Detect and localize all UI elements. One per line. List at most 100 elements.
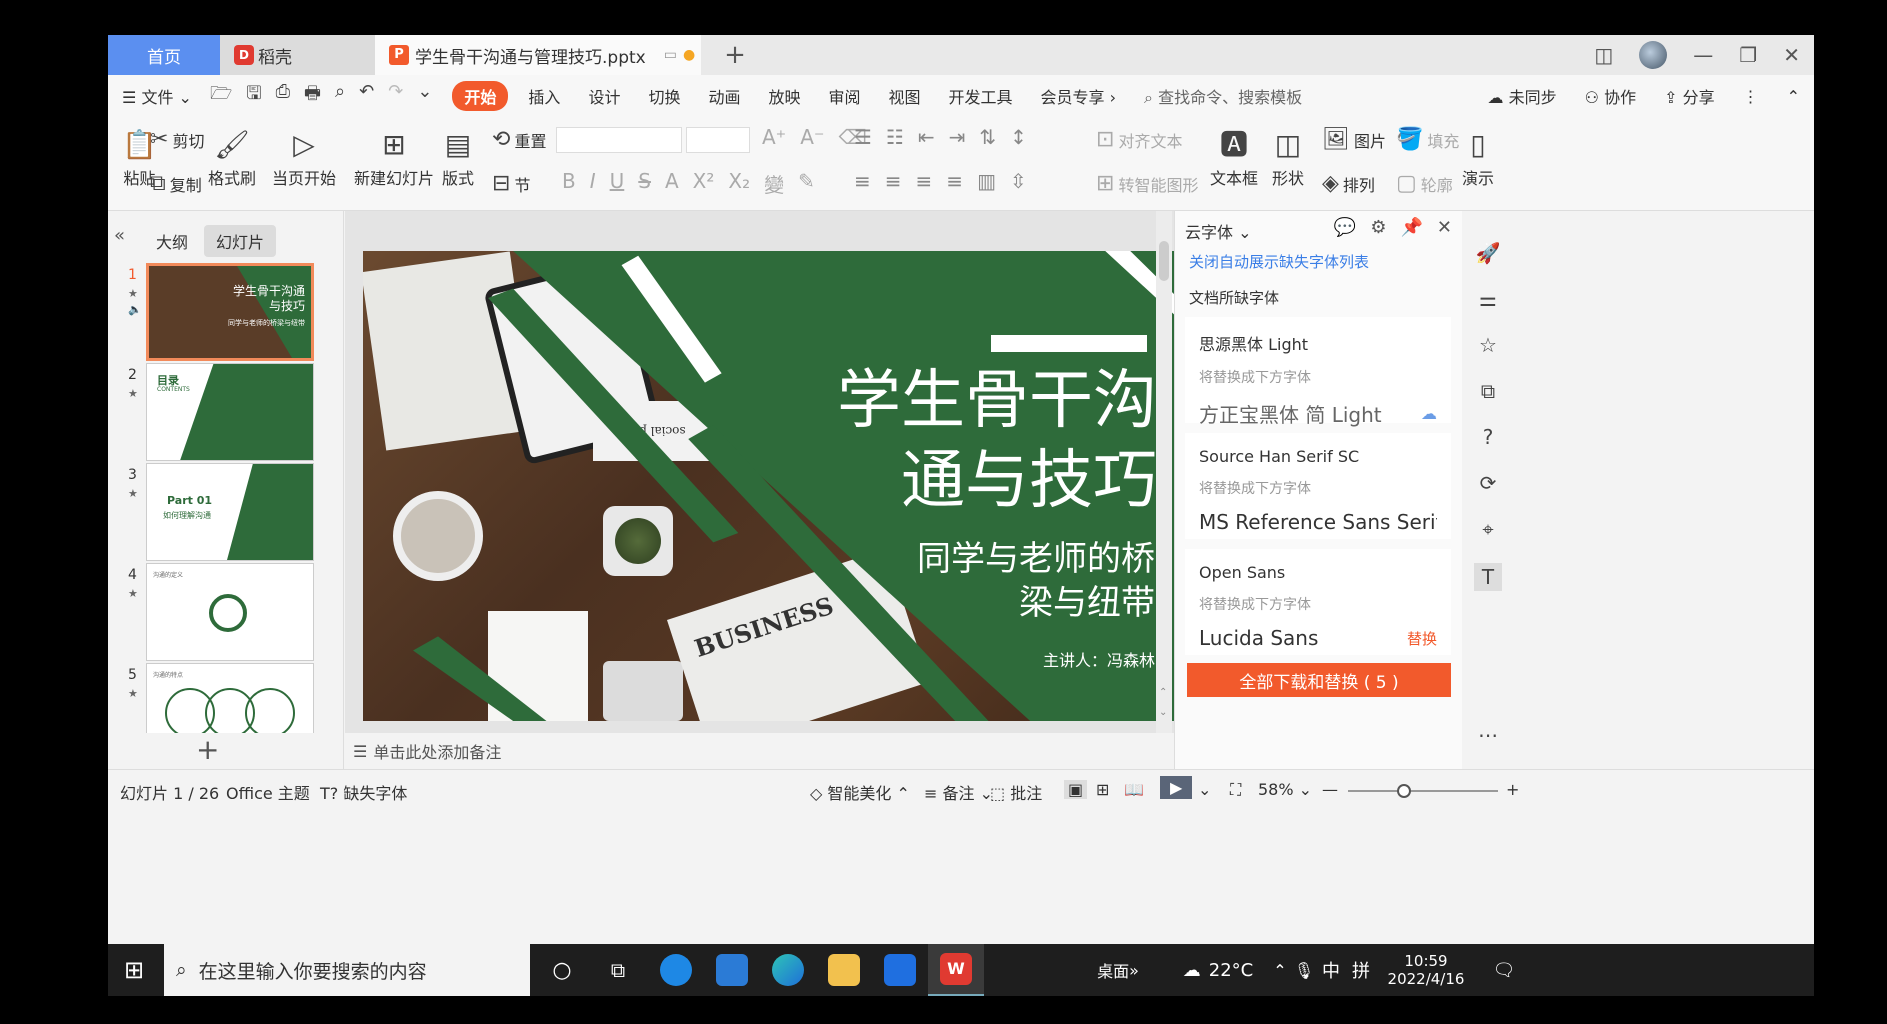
slide-thumb-3[interactable]: Part 01 如何理解沟通: [146, 463, 314, 561]
play-from-current-button[interactable]: ▷ 当页开始: [272, 125, 336, 189]
slides-icon[interactable]: ⧉: [1481, 379, 1495, 403]
add-slide-button[interactable]: +: [196, 733, 219, 766]
bullet-list-icon[interactable]: ☰: [854, 125, 872, 149]
font-color-icon[interactable]: A: [665, 169, 679, 198]
star-icon[interactable]: ☆: [1479, 333, 1497, 357]
minimize-icon[interactable]: —: [1693, 43, 1713, 67]
menu-review[interactable]: 审阅: [815, 84, 875, 108]
tab-outline[interactable]: 大纲: [144, 225, 200, 257]
clock[interactable]: 10:59 2022/4/16: [1376, 944, 1476, 996]
redo-icon[interactable]: ↷: [388, 81, 403, 111]
outline-button[interactable]: ▢ 轮廓: [1396, 171, 1453, 196]
arrange-button[interactable]: ◈ 排列: [1322, 171, 1375, 196]
menu-developer[interactable]: 开发工具: [935, 84, 1027, 108]
font-size-select[interactable]: [686, 127, 750, 153]
edge-app-icon[interactable]: [760, 944, 816, 996]
sliders-icon[interactable]: ⚌: [1479, 287, 1497, 311]
columns-icon[interactable]: ▥: [977, 169, 996, 193]
missing-fonts-button[interactable]: T? 缺失字体: [320, 780, 407, 804]
superscript-icon[interactable]: X²: [693, 169, 715, 198]
phonetic-icon[interactable]: 變: [764, 169, 784, 198]
zoom-slider[interactable]: [1348, 784, 1498, 798]
menu-slideshow[interactable]: 放映: [754, 84, 814, 108]
microphone-icon[interactable]: 🎙: [1292, 944, 1316, 996]
slide-thumb-2[interactable]: 目录 CONTENTS: [146, 363, 314, 461]
menu-transition[interactable]: 切换: [634, 84, 694, 108]
line-spacing-icon[interactable]: ↕: [1010, 125, 1027, 149]
play-slideshow-button[interactable]: ▶: [1160, 776, 1193, 799]
notification-icon[interactable]: 🗨: [1484, 944, 1524, 996]
underline-icon[interactable]: U: [610, 169, 625, 198]
zoom-slider-thumb[interactable]: [1397, 784, 1411, 798]
gear-icon[interactable]: ⚙: [1370, 217, 1386, 238]
prev-slide-icon[interactable]: ⌃: [1159, 687, 1167, 698]
tab-slides[interactable]: 幻灯片: [204, 225, 277, 257]
beautify-button[interactable]: ◇ 智能美化 ⌃: [810, 780, 910, 804]
notes-toggle[interactable]: ≡ 备注 ⌄: [924, 780, 993, 804]
tab-daoke[interactable]: D 稻壳: [220, 35, 375, 75]
preview-icon[interactable]: ⌕: [335, 81, 345, 111]
start-button[interactable]: ⊞: [108, 944, 160, 996]
zoom-in-button[interactable]: +: [1506, 780, 1519, 799]
print-icon[interactable]: 🖶: [304, 81, 321, 111]
file-menu[interactable]: ☰ 文件 ⌄: [108, 84, 206, 108]
menu-member[interactable]: 会员专享 ›: [1027, 84, 1131, 108]
align-left-icon[interactable]: ≡: [854, 169, 871, 193]
decrease-indent-icon[interactable]: ⇤: [918, 125, 935, 149]
highlight-icon[interactable]: ✎: [798, 169, 815, 198]
tab-document[interactable]: P 学生骨干沟通与管理技巧.pptx ▭ ●: [375, 35, 701, 75]
menu-design[interactable]: 设计: [574, 84, 634, 108]
restore-icon[interactable]: ❐: [1739, 43, 1757, 67]
scroll-thumb[interactable]: [1159, 241, 1169, 281]
more-icon[interactable]: ⌄: [417, 81, 432, 111]
italic-icon[interactable]: I: [590, 169, 596, 198]
backup-icon[interactable]: ⟳: [1480, 471, 1497, 495]
tab-home[interactable]: 首页: [108, 35, 220, 75]
picture-button[interactable]: 🖼 图片: [1322, 127, 1386, 152]
download-all-button[interactable]: 全部下载和替换 ( 5 ): [1187, 663, 1451, 697]
shrink-font-icon[interactable]: A⁻: [800, 125, 824, 149]
collab-button[interactable]: ⚇ 协作: [1571, 84, 1650, 108]
grow-font-icon[interactable]: A⁺: [762, 125, 786, 149]
text-direction-icon[interactable]: ⇅: [979, 125, 996, 149]
comments-toggle[interactable]: ⬚ 批注: [990, 780, 1042, 804]
fill-button[interactable]: 🪣 填充: [1396, 127, 1459, 152]
location-icon[interactable]: ⌖: [1482, 517, 1493, 541]
layout-button[interactable]: ▤ 版式: [442, 125, 474, 189]
menu-animation[interactable]: 动画: [694, 84, 754, 108]
collapse-ribbon-icon[interactable]: ⌃: [1773, 87, 1814, 106]
align-right-icon[interactable]: ≡: [916, 169, 933, 193]
notes-area[interactable]: ☰ 单击此处添加备注: [345, 733, 1217, 769]
shape-button[interactable]: ◫ 形状: [1272, 125, 1304, 189]
collapse-panel-icon[interactable]: «: [114, 225, 125, 246]
vertical-scrollbar[interactable]: ⌃ ⌄: [1156, 211, 1172, 733]
undo-icon[interactable]: ↶: [359, 81, 374, 111]
menu-view[interactable]: 视图: [875, 84, 935, 108]
align-center-icon[interactable]: ≡: [885, 169, 902, 193]
meeting-app-icon[interactable]: [872, 944, 928, 996]
help-icon[interactable]: ?: [1483, 425, 1494, 449]
play-options-icon[interactable]: ⌄: [1198, 780, 1211, 799]
close-icon[interactable]: ✕: [1437, 217, 1452, 238]
file-explorer-icon[interactable]: [816, 944, 872, 996]
slide-thumb-1[interactable]: 学生骨干沟通与技巧 同学与老师的桥梁与纽带: [146, 263, 314, 361]
next-slide-icon[interactable]: ⌄: [1159, 707, 1167, 718]
layout-icon[interactable]: ◫: [1594, 43, 1613, 67]
cortana-icon[interactable]: ○: [536, 944, 588, 996]
ime-indicator[interactable]: 中: [1316, 944, 1346, 996]
slide-thumb-4[interactable]: 沟通的定义: [146, 563, 314, 661]
close-icon[interactable]: ✕: [1783, 43, 1800, 67]
weather-widget[interactable]: ☁ 22°C: [1168, 944, 1268, 996]
taskbar-search[interactable]: ⌕ 在这里输入你要搜索的内容: [164, 944, 530, 996]
fit-window-icon[interactable]: ⛶: [1230, 780, 1241, 800]
pin-icon[interactable]: 📌: [1400, 217, 1422, 238]
zoom-out-button[interactable]: —: [1322, 780, 1338, 799]
save-icon[interactable]: 🖫: [246, 81, 261, 111]
wps-app-icon[interactable]: W: [928, 944, 984, 996]
rocket-icon[interactable]: 🚀: [1476, 241, 1501, 265]
cloud-download-icon[interactable]: ☁: [1421, 404, 1437, 423]
textbox-button[interactable]: 🅰 文本框: [1210, 125, 1258, 189]
font-name-select[interactable]: [556, 127, 682, 153]
menu-start[interactable]: 开始: [452, 81, 509, 111]
align-text-button[interactable]: ⊡ 对齐文本: [1096, 127, 1182, 152]
